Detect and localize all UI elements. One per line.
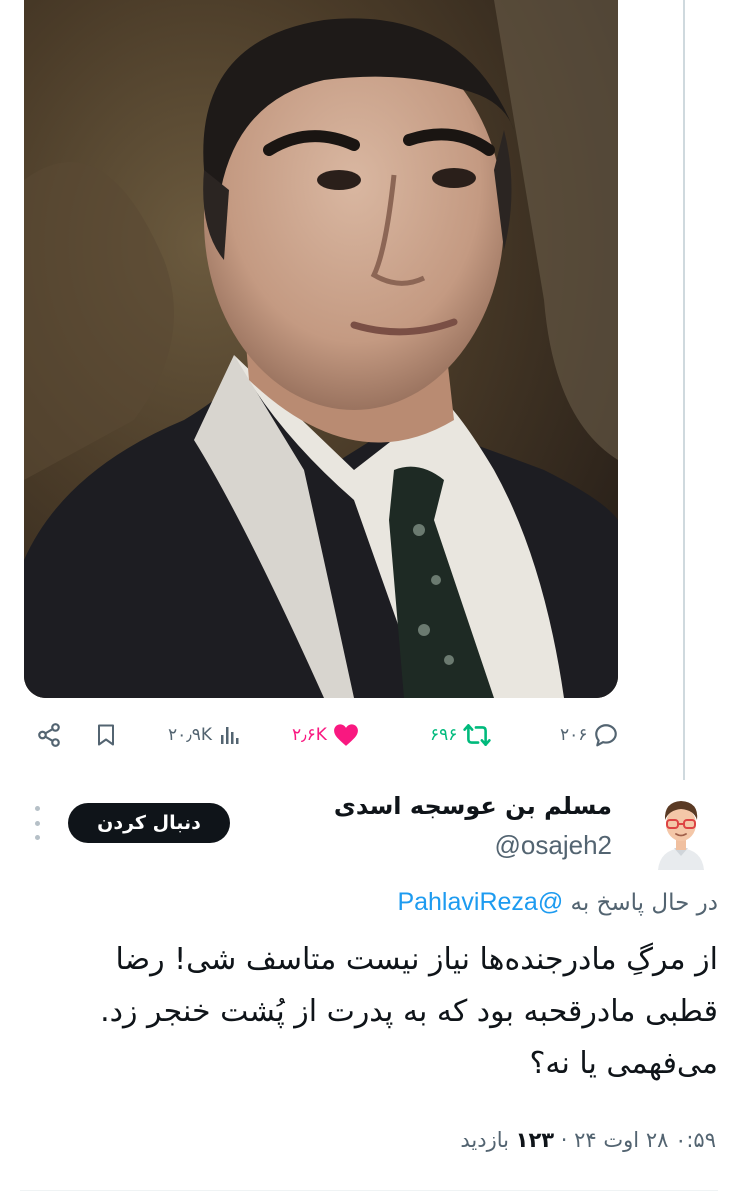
tweet-photo[interactable] [24, 0, 618, 698]
more-dot-icon [34, 835, 40, 840]
retweet-button[interactable]: ۶۹۶ [430, 712, 492, 758]
tweet-action-bar: ۲۰٫۹K ۲٫۶K ۶۹۶ ۲۰۶ [30, 712, 630, 758]
tweet-thread-screen: ۲۰٫۹K ۲٫۶K ۶۹۶ ۲۰۶ مسلم بن عوسجه اسدی @o… [0, 0, 738, 1200]
replying-to-line: در حال پاسخ به @PahlaviReza [397, 888, 718, 917]
views-number: ۱۲۳ [515, 1128, 555, 1152]
thread-connector-line [683, 0, 685, 780]
tweet-text-line: قطبی مادرقحبه بود که به پدرت از پُشت خنج… [100, 994, 718, 1029]
share-icon [38, 723, 60, 747]
divider [20, 1190, 718, 1191]
replying-prefix: در حال پاسخ به [570, 890, 718, 916]
retweet-icon [463, 724, 492, 746]
tweet-text-line: می‌فهمی یا نه؟ [529, 1046, 718, 1081]
heart-icon [334, 724, 358, 746]
meta-separator: · [560, 1128, 568, 1152]
views-label: بازدید [460, 1128, 509, 1152]
reply-icon [595, 724, 618, 747]
like-button[interactable]: ۲٫۶K [292, 712, 359, 758]
memoji-avatar-icon [658, 801, 704, 870]
views-button[interactable]: ۲۰٫۹K [168, 712, 242, 758]
timestamp[interactable]: ۰:۵۹ ۲۸ اوت ۲۴ [574, 1128, 716, 1152]
like-count: ۲٫۶K [292, 725, 327, 745]
user-handle[interactable]: @osajeh2 [495, 830, 612, 861]
reply-button[interactable]: ۲۰۶ [560, 712, 619, 758]
bookmark-icon [98, 724, 114, 746]
retweet-count: ۶۹۶ [430, 725, 458, 745]
replying-to-mention[interactable]: @PahlaviReza [397, 888, 563, 916]
tweet-meta: ۰:۵۹ ۲۸ اوت ۲۴ · ۱۲۳ بازدید [460, 1128, 716, 1152]
bookmark-button[interactable] [94, 712, 118, 758]
more-dot-icon [34, 820, 40, 826]
tweet-text-line: از مرگِ مادرجنده‌ها نیاز نیست متاسف شی! … [115, 942, 718, 977]
portrait-photo [24, 0, 618, 698]
more-dot-icon [34, 806, 40, 811]
share-button[interactable] [36, 712, 62, 758]
tweet-text: از مرگِ مادرجنده‌ها نیاز نیست متاسف شی! … [28, 934, 718, 1090]
follow-button[interactable]: دنبال کردن [68, 803, 230, 843]
views-icon [221, 727, 239, 744]
more-options-button[interactable] [32, 806, 42, 840]
avatar[interactable] [648, 796, 714, 870]
display-name[interactable]: مسلم بن عوسجه اسدی [334, 792, 612, 820]
views-count: ۲۰٫۹K [168, 725, 213, 745]
reply-count: ۲۰۶ [560, 725, 588, 745]
